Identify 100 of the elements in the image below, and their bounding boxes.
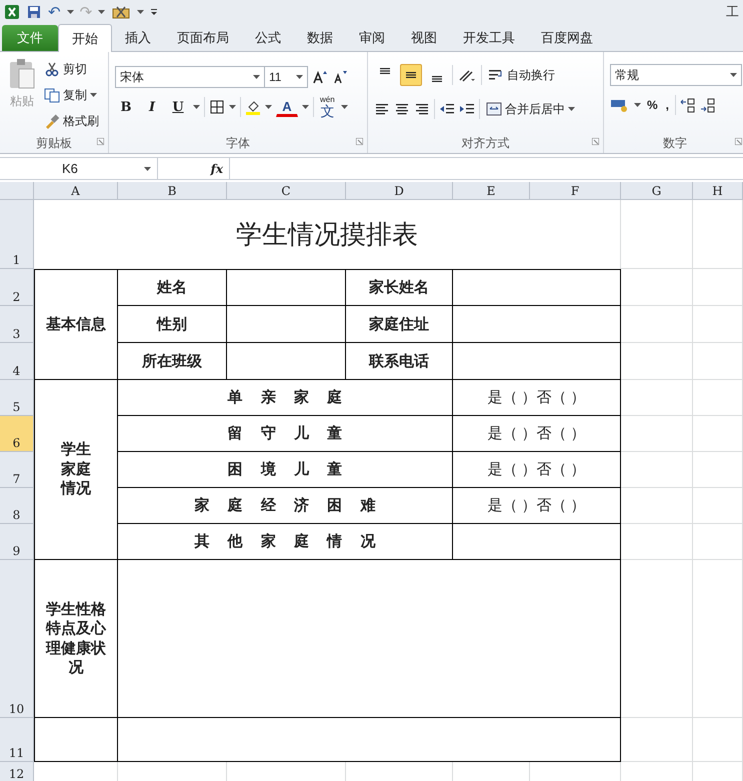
grid-cell[interactable] (693, 343, 743, 380)
grid-cell[interactable] (693, 380, 743, 416)
caret-icon (253, 75, 260, 79)
format-painter-button[interactable]: 格式刷 (42, 110, 101, 132)
table-cell: 基本信息 (34, 269, 118, 380)
row-header[interactable]: 11 (0, 718, 34, 762)
column-header[interactable]: B (118, 182, 227, 200)
shrink-font-icon (332, 69, 348, 85)
wrap-text-button[interactable]: 自动换行 (486, 64, 557, 86)
caret-icon (193, 105, 200, 109)
table-cell: 其 他 家 庭 情 况 (118, 524, 453, 560)
row-header[interactable]: 1 (0, 200, 34, 269)
row-header[interactable]: 7 (0, 452, 34, 488)
launcher-icon[interactable] (97, 138, 104, 145)
ribbon-tab[interactable]: 开发工具 (450, 25, 528, 51)
ribbon-tab[interactable]: 百度网盘 (528, 25, 606, 51)
percent-button[interactable]: % (645, 94, 660, 116)
comma-button[interactable]: , (664, 94, 672, 116)
align-bottom-icon (432, 76, 442, 82)
row-header[interactable]: 6 (0, 416, 34, 452)
column-header[interactable]: H (693, 182, 743, 200)
caret-icon (98, 10, 106, 14)
cut-button[interactable]: 剪切 (42, 58, 101, 80)
grid-cell[interactable] (693, 200, 743, 269)
ribbon-tab[interactable]: 公式 (242, 25, 294, 51)
table-cell: 学生家庭情况 (34, 380, 118, 560)
font-color-button[interactable]: A (276, 97, 298, 117)
column-header[interactable]: F (530, 182, 621, 200)
name-box[interactable]: K6 (0, 158, 158, 179)
row-header[interactable]: 3 (0, 306, 34, 343)
italic-button[interactable]: I (141, 96, 163, 118)
grid-cell[interactable] (693, 416, 743, 452)
grid-cell[interactable] (693, 560, 743, 718)
ribbon-tab[interactable]: 数据 (294, 25, 346, 51)
caret-icon (137, 10, 144, 14)
ribbon-tab[interactable]: 插入 (112, 25, 164, 51)
caret-icon (144, 166, 151, 170)
caret-icon (730, 73, 737, 77)
row-header[interactable]: 10 (0, 560, 34, 718)
undo-button[interactable]: ↶ (48, 3, 61, 21)
increase-decimal-icon (680, 97, 696, 113)
caret-icon (66, 10, 74, 14)
copy-button[interactable]: 复制 (42, 84, 101, 106)
table-cell: 所在班级 (118, 343, 227, 380)
vertical-align-button[interactable] (400, 64, 422, 86)
group-label: 对齐方式 (368, 133, 603, 153)
select-all-corner[interactable] (0, 182, 34, 200)
launcher-icon[interactable] (592, 138, 599, 145)
caret-icon (265, 105, 272, 109)
ribbon-tab[interactable]: 页面布局 (164, 25, 242, 51)
font-name-field[interactable]: 宋体 (115, 66, 265, 88)
table-cell: 姓名 (118, 269, 227, 306)
align-center-icon (394, 101, 410, 117)
table-cell: 是（ ）否（ ） (453, 416, 621, 452)
grid-cell[interactable] (693, 524, 743, 560)
merge-center-button[interactable]: 合并后居中 (484, 98, 577, 120)
align-right-icon (414, 101, 430, 117)
column-header[interactable]: E (453, 182, 530, 200)
grid-cell[interactable] (693, 488, 743, 524)
column-header[interactable]: A (34, 182, 118, 200)
ribbon-tab[interactable]: 视图 (398, 25, 450, 51)
row-header[interactable]: 4 (0, 343, 34, 380)
grid-cell[interactable] (693, 269, 743, 306)
ribbon-tab[interactable]: 审阅 (346, 25, 398, 51)
column-header[interactable]: D (346, 182, 453, 200)
grid-cell[interactable] (693, 306, 743, 343)
underline-button[interactable]: U (167, 96, 189, 118)
toolbox-icon (111, 4, 132, 20)
row-header[interactable]: 9 (0, 524, 34, 560)
launcher-icon[interactable] (356, 138, 363, 145)
column-header[interactable]: G (621, 182, 693, 200)
column-header[interactable]: C (227, 182, 346, 200)
save-icon (26, 4, 42, 20)
caret-icon (340, 105, 348, 109)
phonetic-button[interactable]: wén 文 (318, 95, 337, 119)
table-cell: 家 庭 经 济 困 难 (118, 488, 453, 524)
caret-icon (634, 103, 641, 107)
number-format-field[interactable]: 常规 (610, 64, 742, 86)
grid-cell[interactable] (693, 718, 743, 762)
scissors-icon (44, 61, 60, 77)
align-top-icon (380, 68, 390, 74)
ribbon-tab[interactable]: 开始 (58, 24, 112, 52)
launcher-icon[interactable] (735, 138, 742, 145)
copy-icon (44, 87, 60, 103)
merge-cells-icon (486, 101, 502, 117)
table-cell: 性别 (118, 306, 227, 343)
row-header[interactable]: 2 (0, 269, 34, 306)
row-header[interactable]: 5 (0, 380, 34, 416)
row-header[interactable]: 12 (0, 762, 34, 781)
file-tab[interactable]: 文件 (2, 25, 58, 51)
grid-cell[interactable] (693, 452, 743, 488)
brush-icon (44, 113, 60, 129)
row-header[interactable]: 8 (0, 488, 34, 524)
bold-button[interactable]: B (115, 96, 137, 118)
table-cell: 联系电话 (346, 343, 453, 380)
table-cell: 是（ ）否（ ） (453, 488, 621, 524)
table-cell: 困 境 儿 童 (118, 452, 453, 488)
caret-icon (296, 75, 303, 79)
font-size-field[interactable]: 11 (264, 66, 308, 88)
fill-color-icon (245, 99, 261, 115)
